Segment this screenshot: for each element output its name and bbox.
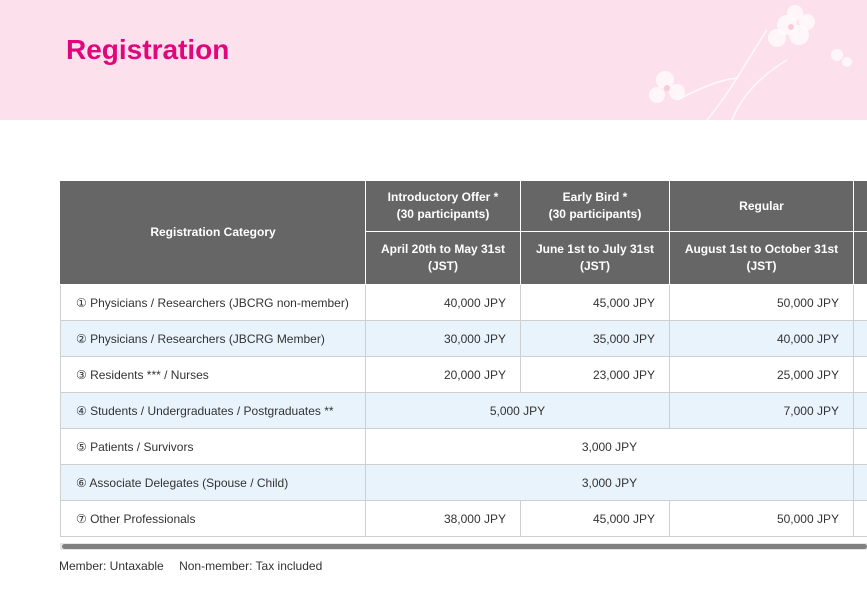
row-category: ⑤ Patients / Survivors	[60, 428, 366, 465]
fee-early-bird: 23,000 JPY	[520, 356, 670, 393]
row-category: ⑦ Other Professionals	[60, 500, 366, 537]
fee-regular: 50,000 JPY	[669, 284, 854, 321]
extra-cell	[853, 320, 867, 357]
fee-introductory-early-bird: 5,000 JPY	[365, 392, 670, 429]
fee-regular: 50,000 JPY	[669, 500, 854, 537]
fee-regular: 40,000 JPY	[669, 320, 854, 357]
extra-cell	[853, 500, 867, 537]
header-early-bird: Early Bird * (30 participants)	[520, 180, 670, 232]
scrollbar-thumb[interactable]	[62, 544, 867, 549]
table-row: ⑥ Associate Delegates (Spouse / Child) 3…	[60, 464, 867, 501]
extra-cell	[853, 428, 867, 465]
extra-cell	[853, 392, 867, 429]
table-row: ④ Students / Undergraduates / Postgradua…	[60, 392, 867, 429]
horizontal-scrollbar[interactable]	[60, 543, 867, 550]
fee-regular: 7,000 JPY	[669, 392, 854, 429]
row-category: ③ Residents *** / Nurses	[60, 356, 366, 393]
header-extra-column	[853, 180, 867, 232]
header-regular: Regular	[669, 180, 854, 232]
extra-cell	[853, 464, 867, 501]
member-tax-note: Member: Untaxable	[59, 559, 164, 573]
table-row: ① Physicians / Researchers (JBCRG non-me…	[60, 284, 867, 321]
table-row: ⑦ Other Professionals 38,000 JPY 45,000 …	[60, 500, 867, 537]
page-header: Registration	[0, 0, 867, 120]
row-category: ① Physicians / Researchers (JBCRG non-me…	[60, 284, 366, 321]
table-row: ② Physicians / Researchers (JBCRG Member…	[60, 320, 867, 357]
header-registration-category: Registration Category	[60, 180, 366, 285]
registration-table-container: Registration Category Introductory Offer…	[60, 180, 867, 540]
header-date-early-bird: June 1st to July 31st (JST)	[520, 231, 670, 285]
fee-all-periods: 3,000 JPY	[365, 428, 854, 465]
table-row: ③ Residents *** / Nurses 20,000 JPY 23,0…	[60, 356, 867, 393]
registration-fee-table: Registration Category Introductory Offer…	[60, 180, 867, 537]
page-title: Registration	[66, 34, 230, 65]
fee-introductory: 30,000 JPY	[365, 320, 521, 357]
header-extra-column	[853, 231, 867, 285]
header-date-regular: August 1st to October 31st (JST)	[669, 231, 854, 285]
header-introductory-offer: Introductory Offer * (30 participants)	[365, 180, 521, 232]
fee-introductory: 20,000 JPY	[365, 356, 521, 393]
fee-early-bird: 35,000 JPY	[520, 320, 670, 357]
fee-early-bird: 45,000 JPY	[520, 500, 670, 537]
extra-cell	[853, 284, 867, 321]
non-member-tax-note: Non-member: Tax included	[179, 559, 323, 573]
header-date-introductory: April 20th to May 31st (JST)	[365, 231, 521, 285]
tax-footnote: Member: Untaxable Non-member: Tax includ…	[59, 559, 334, 573]
fee-early-bird: 45,000 JPY	[520, 284, 670, 321]
table-row: ⑤ Patients / Survivors 3,000 JPY	[60, 428, 867, 465]
row-category: ⑥ Associate Delegates (Spouse / Child)	[60, 464, 366, 501]
fee-introductory: 40,000 JPY	[365, 284, 521, 321]
fee-all-periods: 3,000 JPY	[365, 464, 854, 501]
extra-cell	[853, 356, 867, 393]
row-category: ④ Students / Undergraduates / Postgradua…	[60, 392, 366, 429]
row-category: ② Physicians / Researchers (JBCRG Member…	[60, 320, 366, 357]
fee-regular: 25,000 JPY	[669, 356, 854, 393]
fee-introductory: 38,000 JPY	[365, 500, 521, 537]
flower-decoration-icon	[649, 5, 852, 120]
